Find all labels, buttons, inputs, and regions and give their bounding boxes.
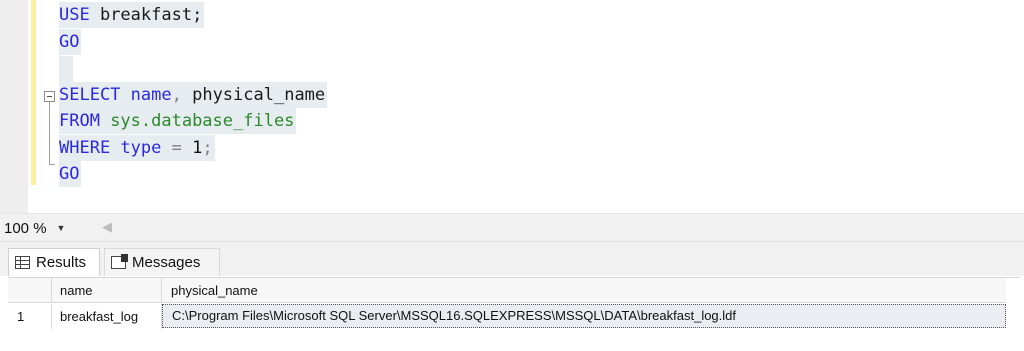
comma: ,: [171, 85, 182, 105]
number-literal: 1: [181, 138, 203, 158]
collapse-toggle-icon[interactable]: [44, 91, 55, 102]
keyword: WHERE: [59, 138, 111, 158]
change-indicator-bar: [31, 0, 36, 185]
tab-results[interactable]: Results: [8, 248, 100, 276]
column-header-physical-name[interactable]: physical_name: [162, 278, 1006, 303]
tab-label: Messages: [132, 254, 201, 271]
row-number[interactable]: 1: [8, 304, 52, 329]
system-view: sys.database_files: [99, 111, 295, 131]
column-name: type: [110, 138, 162, 158]
table-row[interactable]: 1 breakfast_log C:\Program Files\Microso…: [8, 304, 1020, 329]
scroll-left-icon[interactable]: ◀: [102, 219, 112, 235]
operator: =: [161, 138, 182, 158]
identifier: breakfast;: [89, 5, 203, 25]
keyword: SELECT: [59, 85, 121, 105]
keyword: GO: [59, 32, 80, 52]
keyword: GO: [59, 164, 80, 184]
keyword: USE: [59, 5, 90, 25]
tab-label: Results: [36, 254, 87, 271]
code-line-3-empty[interactable]: [59, 56, 73, 82]
code-line-1[interactable]: USE breakfast;: [59, 2, 205, 28]
fold-guide-end: [49, 164, 55, 165]
grid-icon: [15, 256, 30, 269]
zoom-dropdown[interactable]: 100 % ▼: [4, 218, 65, 238]
row-number-header[interactable]: [8, 278, 52, 303]
code-line-6[interactable]: WHERE type = 1;: [59, 135, 215, 161]
code-line-5[interactable]: FROM sys.database_files: [59, 108, 297, 134]
chevron-down-icon[interactable]: ▼: [57, 223, 66, 233]
cell-name[interactable]: breakfast_log: [52, 304, 162, 329]
column-header-name[interactable]: name: [52, 278, 162, 303]
zoom-value: 100 %: [4, 219, 47, 237]
query-editor[interactable]: USE breakfast; GO SELECT name, physical_…: [0, 0, 1024, 214]
zoom-bar: 100 % ▼ ◀: [0, 214, 1024, 242]
column-name: name: [120, 85, 172, 105]
keyword: FROM: [59, 111, 100, 131]
results-pane: name physical_name 1 breakfast_log C:\Pr…: [0, 276, 1024, 351]
semicolon: ;: [202, 138, 213, 158]
fold-guide-line: [49, 102, 50, 165]
header-row: name physical_name: [8, 278, 1020, 303]
results-grid[interactable]: name physical_name 1 breakfast_log C:\Pr…: [8, 277, 1020, 329]
code-line-7[interactable]: GO: [59, 161, 82, 187]
cell-physical-name[interactable]: C:\Program Files\Microsoft SQL Server\MS…: [162, 304, 1006, 328]
code-line-4[interactable]: SELECT name, physical_name: [59, 82, 328, 108]
results-tabstrip: Results Messages: [0, 242, 1024, 276]
editor-gutter: [0, 0, 28, 214]
code-line-2[interactable]: GO: [59, 29, 82, 55]
messages-icon: [111, 254, 128, 269]
column-name: physical_name: [181, 85, 326, 105]
tab-messages[interactable]: Messages: [104, 248, 220, 276]
